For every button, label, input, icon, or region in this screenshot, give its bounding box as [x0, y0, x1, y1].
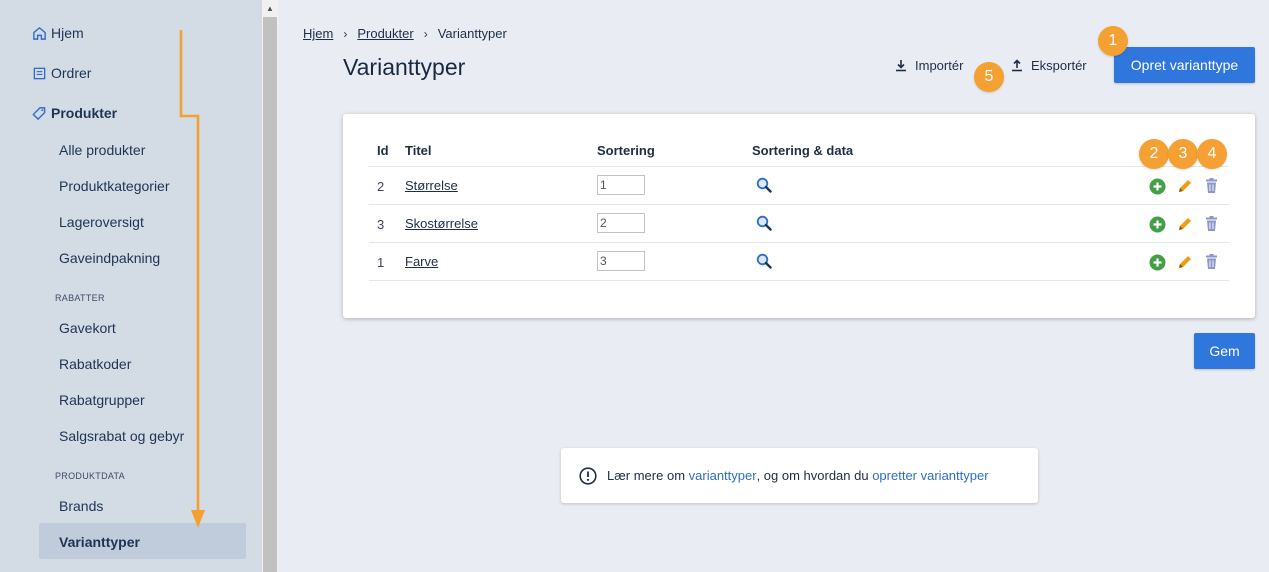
- edit-pencil-icon[interactable]: [1175, 253, 1193, 271]
- info-link-varianttyper[interactable]: varianttyper: [689, 468, 757, 483]
- sidebar-item-gavekort[interactable]: Gavekort: [59, 320, 116, 336]
- delete-trash-icon[interactable]: [1202, 215, 1220, 233]
- edit-pencil-icon[interactable]: [1175, 177, 1193, 195]
- sidebar-item-gaveindpakning[interactable]: Gaveindpakning: [59, 250, 160, 266]
- breadcrumb-produkter[interactable]: Produkter: [357, 26, 413, 41]
- row-divider: [369, 166, 1229, 167]
- chevron-right-icon: ›: [343, 26, 348, 41]
- sidebar-section-rabatter: RABATTER: [55, 293, 105, 303]
- search-icon[interactable]: [755, 176, 773, 194]
- row-id: 3: [377, 217, 385, 232]
- info-link-opretter[interactable]: opretter varianttyper: [872, 468, 988, 483]
- sidebar-item-lageroversigt[interactable]: Lageroversigt: [59, 214, 144, 230]
- sidebar-item-salgsrabat[interactable]: Salgsrabat og gebyr: [59, 428, 184, 444]
- import-button[interactable]: Importér: [895, 58, 963, 73]
- search-icon[interactable]: [755, 214, 773, 232]
- row-divider: [369, 280, 1229, 281]
- home-icon: [31, 25, 47, 41]
- column-header-id: Id: [377, 143, 389, 158]
- row-divider: [369, 242, 1229, 243]
- row-divider: [369, 204, 1229, 205]
- row-title-link[interactable]: Farve: [405, 254, 438, 269]
- sidebar-item-brands[interactable]: Brands: [59, 498, 103, 514]
- upload-icon: [1011, 59, 1023, 72]
- info-box: Lær mere om varianttyper , og om hvordan…: [561, 448, 1038, 503]
- sidebar-item-label: Hjem: [51, 25, 84, 41]
- export-label: Eksportér: [1031, 58, 1087, 73]
- import-label: Importér: [915, 58, 964, 73]
- chevron-right-icon: ›: [423, 26, 428, 41]
- edit-pencil-icon[interactable]: [1175, 215, 1193, 233]
- annotation-badge-4: 4: [1197, 139, 1227, 169]
- sort-input[interactable]: [597, 175, 645, 195]
- add-icon[interactable]: [1148, 177, 1166, 195]
- sidebar-item-ordrer[interactable]: Ordrer: [31, 65, 91, 81]
- download-icon: [895, 59, 907, 72]
- sidebar-item-label: Ordrer: [51, 65, 92, 81]
- row-title-link[interactable]: Størrelse: [405, 178, 458, 193]
- sidebar-item-alle-produkter[interactable]: Alle produkter: [59, 142, 145, 158]
- sidebar-item-produktkategorier[interactable]: Produktkategorier: [59, 178, 170, 194]
- sidebar-item-rabatkoder[interactable]: Rabatkoder: [59, 356, 131, 372]
- info-text-prefix: Lær mere om: [607, 468, 689, 483]
- add-icon[interactable]: [1148, 215, 1166, 233]
- breadcrumb: Hjem › Produkter › Varianttyper: [303, 26, 507, 41]
- sidebar-item-varianttyper[interactable]: Varianttyper: [59, 534, 140, 550]
- sidebar: Hjem Ordrer Produkter Alle produkter Pro…: [0, 0, 262, 572]
- info-circle-icon: [579, 466, 597, 485]
- sidebar-item-hjem[interactable]: Hjem: [31, 25, 84, 41]
- row-title-link[interactable]: Skostørrelse: [405, 216, 478, 231]
- info-text-middle: , og om hvordan du: [756, 468, 873, 483]
- sort-input[interactable]: [597, 213, 645, 233]
- save-button[interactable]: Gem: [1194, 333, 1255, 369]
- export-button[interactable]: Eksportér: [1011, 58, 1087, 73]
- sidebar-item-produkter[interactable]: Produkter: [31, 105, 117, 121]
- delete-trash-icon[interactable]: [1202, 177, 1220, 195]
- varianttype-table-card: Id Titel Sortering Sortering & data 2 St…: [343, 114, 1255, 318]
- scroll-up-icon[interactable]: ▲: [262, 0, 278, 16]
- column-header-sortering-data: Sortering & data: [752, 143, 854, 158]
- annotation-badge-1: 1: [1098, 26, 1128, 56]
- annotation-badge-3: 3: [1168, 139, 1198, 169]
- column-header-titel: Titel: [405, 143, 432, 158]
- row-id: 1: [377, 255, 385, 270]
- scrollbar-thumb[interactable]: [263, 17, 277, 572]
- sidebar-section-produktdata: PRODUKTDATA: [55, 471, 125, 481]
- breadcrumb-hjem[interactable]: Hjem: [303, 26, 333, 41]
- create-varianttype-button[interactable]: Opret varianttype: [1114, 47, 1255, 83]
- column-header-sortering: Sortering: [597, 143, 655, 158]
- breadcrumb-current: Varianttyper: [437, 26, 507, 41]
- annotation-badge-2: 2: [1139, 139, 1169, 169]
- orders-icon: [31, 65, 47, 81]
- sidebar-item-rabatgrupper[interactable]: Rabatgrupper: [59, 392, 145, 408]
- sidebar-item-label: Produkter: [51, 105, 118, 121]
- tag-icon: [31, 105, 47, 121]
- delete-trash-icon[interactable]: [1202, 253, 1220, 271]
- annotation-badge-5: 5: [974, 62, 1004, 92]
- row-id: 2: [377, 179, 385, 194]
- sort-input[interactable]: [597, 251, 645, 271]
- add-icon[interactable]: [1148, 253, 1166, 271]
- page-title: Varianttyper: [343, 54, 466, 80]
- search-icon[interactable]: [755, 252, 773, 270]
